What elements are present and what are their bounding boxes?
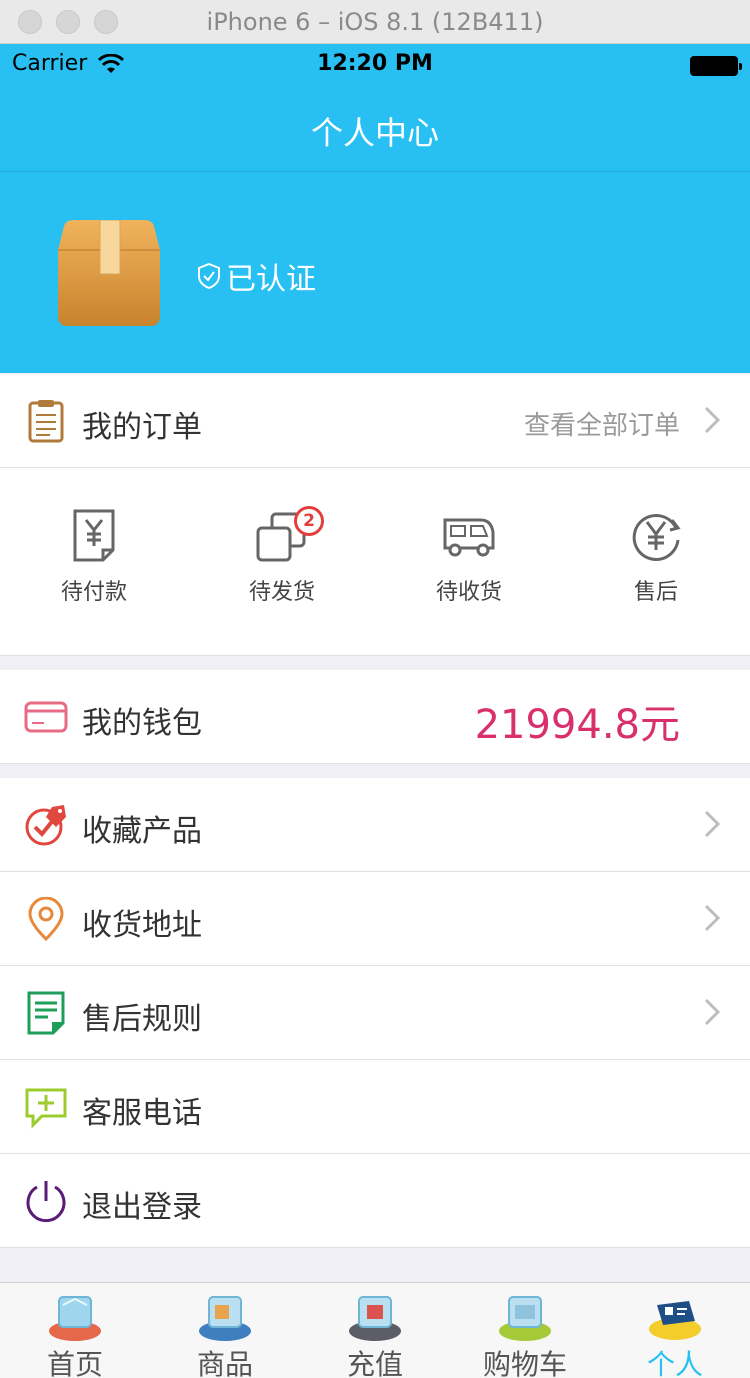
wallet-label: 我的钱包 (82, 706, 202, 741)
after-sales-rules-row[interactable]: 售后规则 (0, 966, 750, 1060)
nav-bar: 个人中心 (0, 86, 750, 172)
my-orders-label: 我的订单 (82, 410, 202, 445)
favorites-row[interactable]: 收藏产品 (0, 778, 750, 872)
verified-status: 已认证 (196, 254, 316, 298)
window-titlebar: iPhone 6 – iOS 8.1 (12B411) (0, 0, 750, 44)
customer-service-label: 客服电话 (82, 1096, 202, 1131)
tab-recharge[interactable]: 充值 (300, 1283, 450, 1378)
recharge-tab-icon (349, 1296, 401, 1341)
wallet-balance: 21994.8元 (474, 702, 680, 748)
cart-tab-icon (499, 1296, 551, 1341)
order-status-after-sales[interactable]: 售后 (562, 508, 750, 618)
home-tab-icon (49, 1296, 101, 1341)
rules-document-icon (27, 991, 65, 1035)
customer-service-icon (25, 1088, 67, 1129)
page-title: 个人中心 (310, 114, 439, 152)
chevron-right-icon (704, 810, 720, 838)
customer-service-row[interactable]: 客服电话 (0, 1060, 750, 1154)
profile-tab-icon (649, 1301, 701, 1340)
tab-home[interactable]: 首页 (0, 1283, 150, 1378)
after-sales-rules-label: 售后规则 (82, 1002, 202, 1037)
favorite-product-icon (25, 805, 66, 846)
tab-cart[interactable]: 购物车 (450, 1283, 600, 1378)
chevron-right-icon (704, 406, 720, 434)
location-pin-icon (28, 897, 64, 941)
pending-payment-icon (73, 509, 115, 562)
after-sales-icon (632, 514, 681, 561)
battery-icon (690, 56, 742, 76)
tab-label: 充值 (346, 1348, 403, 1378)
clipboard-icon (28, 400, 64, 443)
power-icon (26, 1181, 66, 1223)
order-status-pending-receipt[interactable]: 待收货 (375, 508, 563, 618)
order-status-label: 待付款 (60, 580, 127, 605)
order-status-pending-payment[interactable]: 待付款 (0, 508, 188, 618)
status-time: 12:20 PM (317, 51, 433, 76)
verified-label: 已认证 (226, 262, 316, 297)
tab-label: 个人 (646, 1348, 703, 1378)
window-title: iPhone 6 – iOS 8.1 (12B411) (206, 8, 544, 36)
wallet-card-icon (24, 701, 68, 733)
logout-row[interactable]: 退出登录 (0, 1154, 750, 1248)
shipping-address-row[interactable]: 收货地址 (0, 872, 750, 966)
tab-products[interactable]: 商品 (150, 1283, 300, 1378)
favorites-label: 收藏产品 (82, 814, 202, 849)
order-status-pending-shipment[interactable]: 2 待发货 (188, 506, 376, 618)
tab-bar: 首页 商品 充值 购物车 个人 (0, 1282, 750, 1378)
tab-label: 首页 (46, 1348, 103, 1378)
tab-label: 购物车 (482, 1348, 567, 1378)
order-status-label: 待收货 (435, 580, 502, 605)
status-bar: Carrier 12:20 PM (0, 44, 750, 86)
chevron-right-icon (704, 998, 720, 1026)
tab-label: 商品 (196, 1348, 253, 1378)
order-status-label: 待发货 (248, 580, 315, 605)
shipping-address-label: 收货地址 (82, 908, 202, 943)
profile-header: 已认证 (0, 172, 750, 373)
order-status-panel: 待付款 2 待发货 待收货 售后 (0, 468, 750, 656)
verified-shield-icon (198, 262, 220, 290)
order-status-label: 售后 (633, 580, 678, 605)
logout-label: 退出登录 (82, 1190, 202, 1225)
pending-shipment-badge: 2 (294, 506, 324, 536)
package-box-icon[interactable] (56, 220, 162, 328)
delivery-truck-icon (443, 518, 495, 557)
chevron-right-icon (704, 904, 720, 932)
tab-profile[interactable]: 个人 (600, 1283, 750, 1378)
my-orders-row[interactable]: 我的订单 查看全部订单 (0, 374, 750, 468)
wallet-row[interactable]: 我的钱包 21994.8元 (0, 670, 750, 764)
products-tab-icon (199, 1296, 251, 1341)
view-all-orders-link[interactable]: 查看全部订单 (524, 405, 680, 442)
